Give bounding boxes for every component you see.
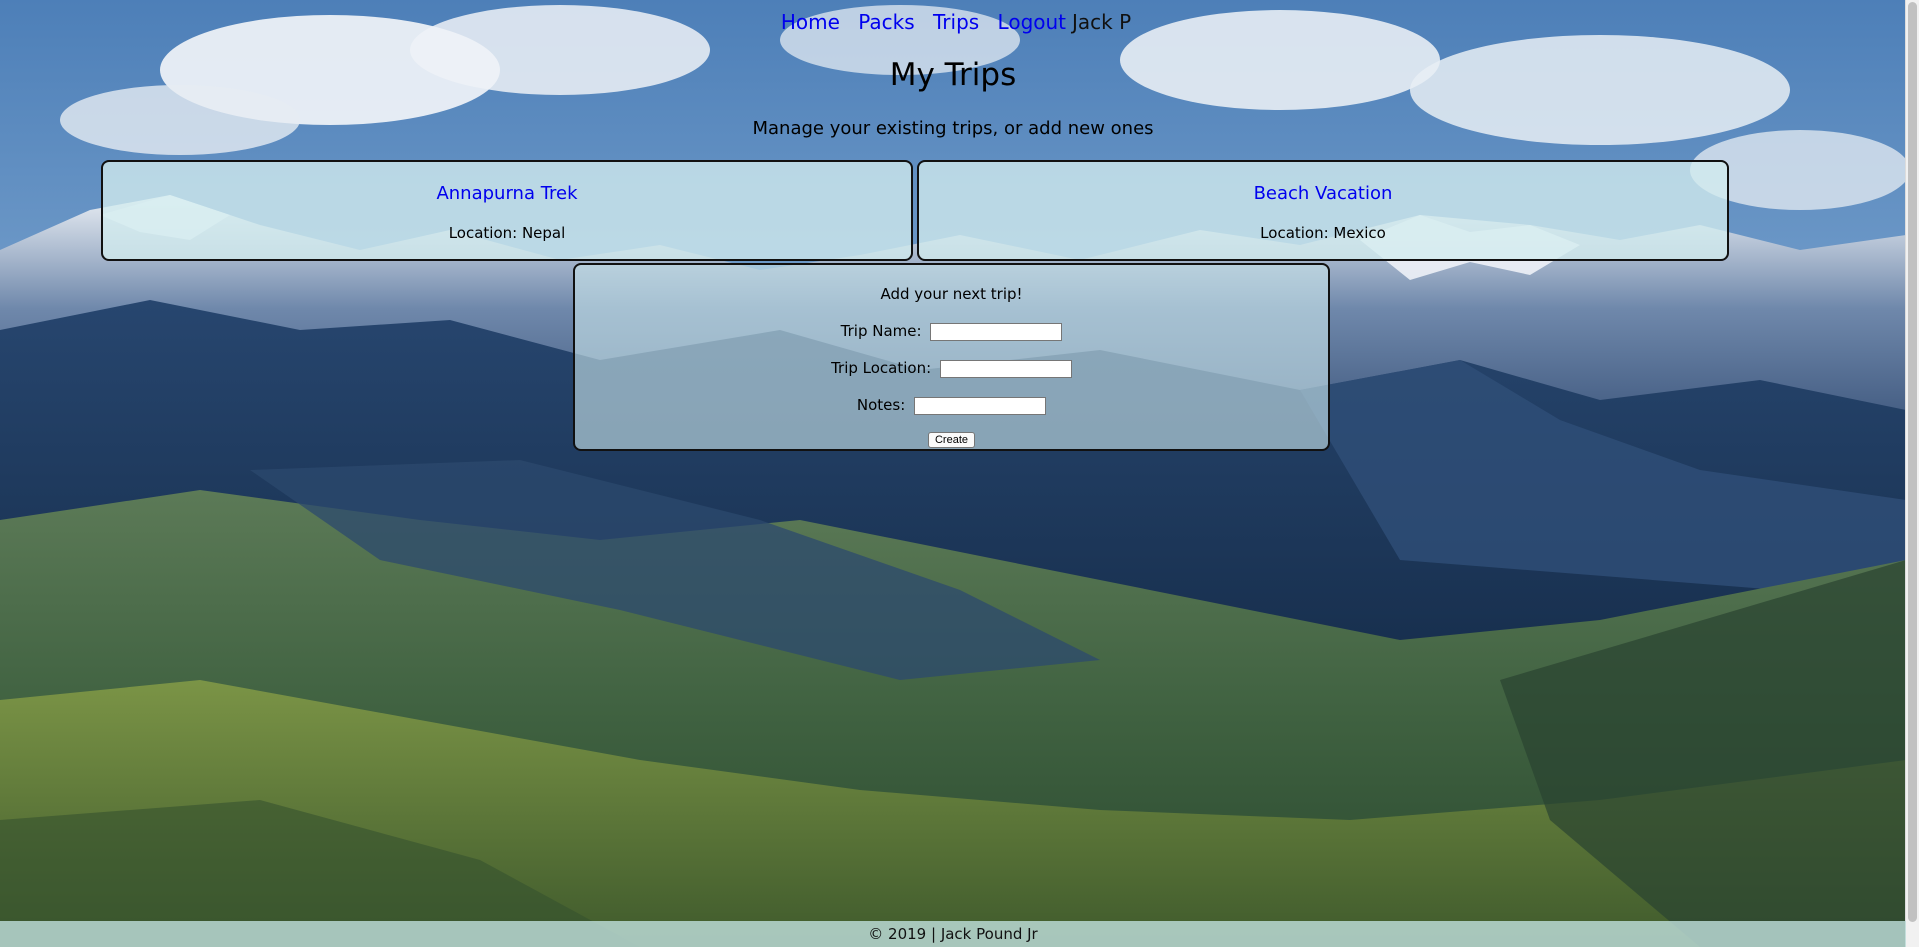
trip-name-link[interactable]: Annapurna Trek [103,182,911,206]
nav-link-packs[interactable]: Packs [858,10,914,34]
nav-link-logout[interactable]: Logout [998,10,1066,34]
background-landscape-image [0,0,1906,947]
trip-name-link[interactable]: Beach Vacation [919,182,1727,206]
scrollbar[interactable] [1905,0,1919,947]
scrollbar-thumb[interactable] [1908,2,1917,922]
add-trip-form: Add your next trip! Trip Name: Trip Loca… [573,263,1330,451]
trip-location-input[interactable] [939,359,1072,378]
trip-name-label: Trip Name: [840,322,922,340]
trip-card: Beach Vacation Location: Mexico [917,160,1729,261]
trip-location-label: Trip Location: [831,359,932,377]
create-button[interactable]: Create [927,432,976,448]
trip-location-row: Trip Location: [575,358,1328,378]
trip-location: Location: Mexico [1260,224,1386,242]
trip-card: Annapurna Trek Location: Nepal [101,160,913,261]
page-subtitle: Manage your existing trips, or add new o… [752,118,1154,139]
notes-input[interactable] [914,396,1047,415]
nav-link-home[interactable]: Home [781,10,840,34]
top-nav: Home Packs Trips Logout Jack P [0,10,1906,34]
current-user-name: Jack P [1072,10,1132,34]
trip-name-input[interactable] [930,322,1063,341]
notes-row: Notes: [575,395,1328,415]
nav-link-trips[interactable]: Trips [933,10,979,34]
page-title: My Trips [889,57,1017,93]
notes-label: Notes: [856,396,906,414]
footer-copyright: © 2019 | Jack Pound Jr [868,925,1038,943]
form-title: Add your next trip! [880,285,1023,303]
trip-location: Location: Nepal [448,224,566,242]
footer: © 2019 | Jack Pound Jr [0,921,1906,947]
trip-name-row: Trip Name: [575,321,1328,341]
